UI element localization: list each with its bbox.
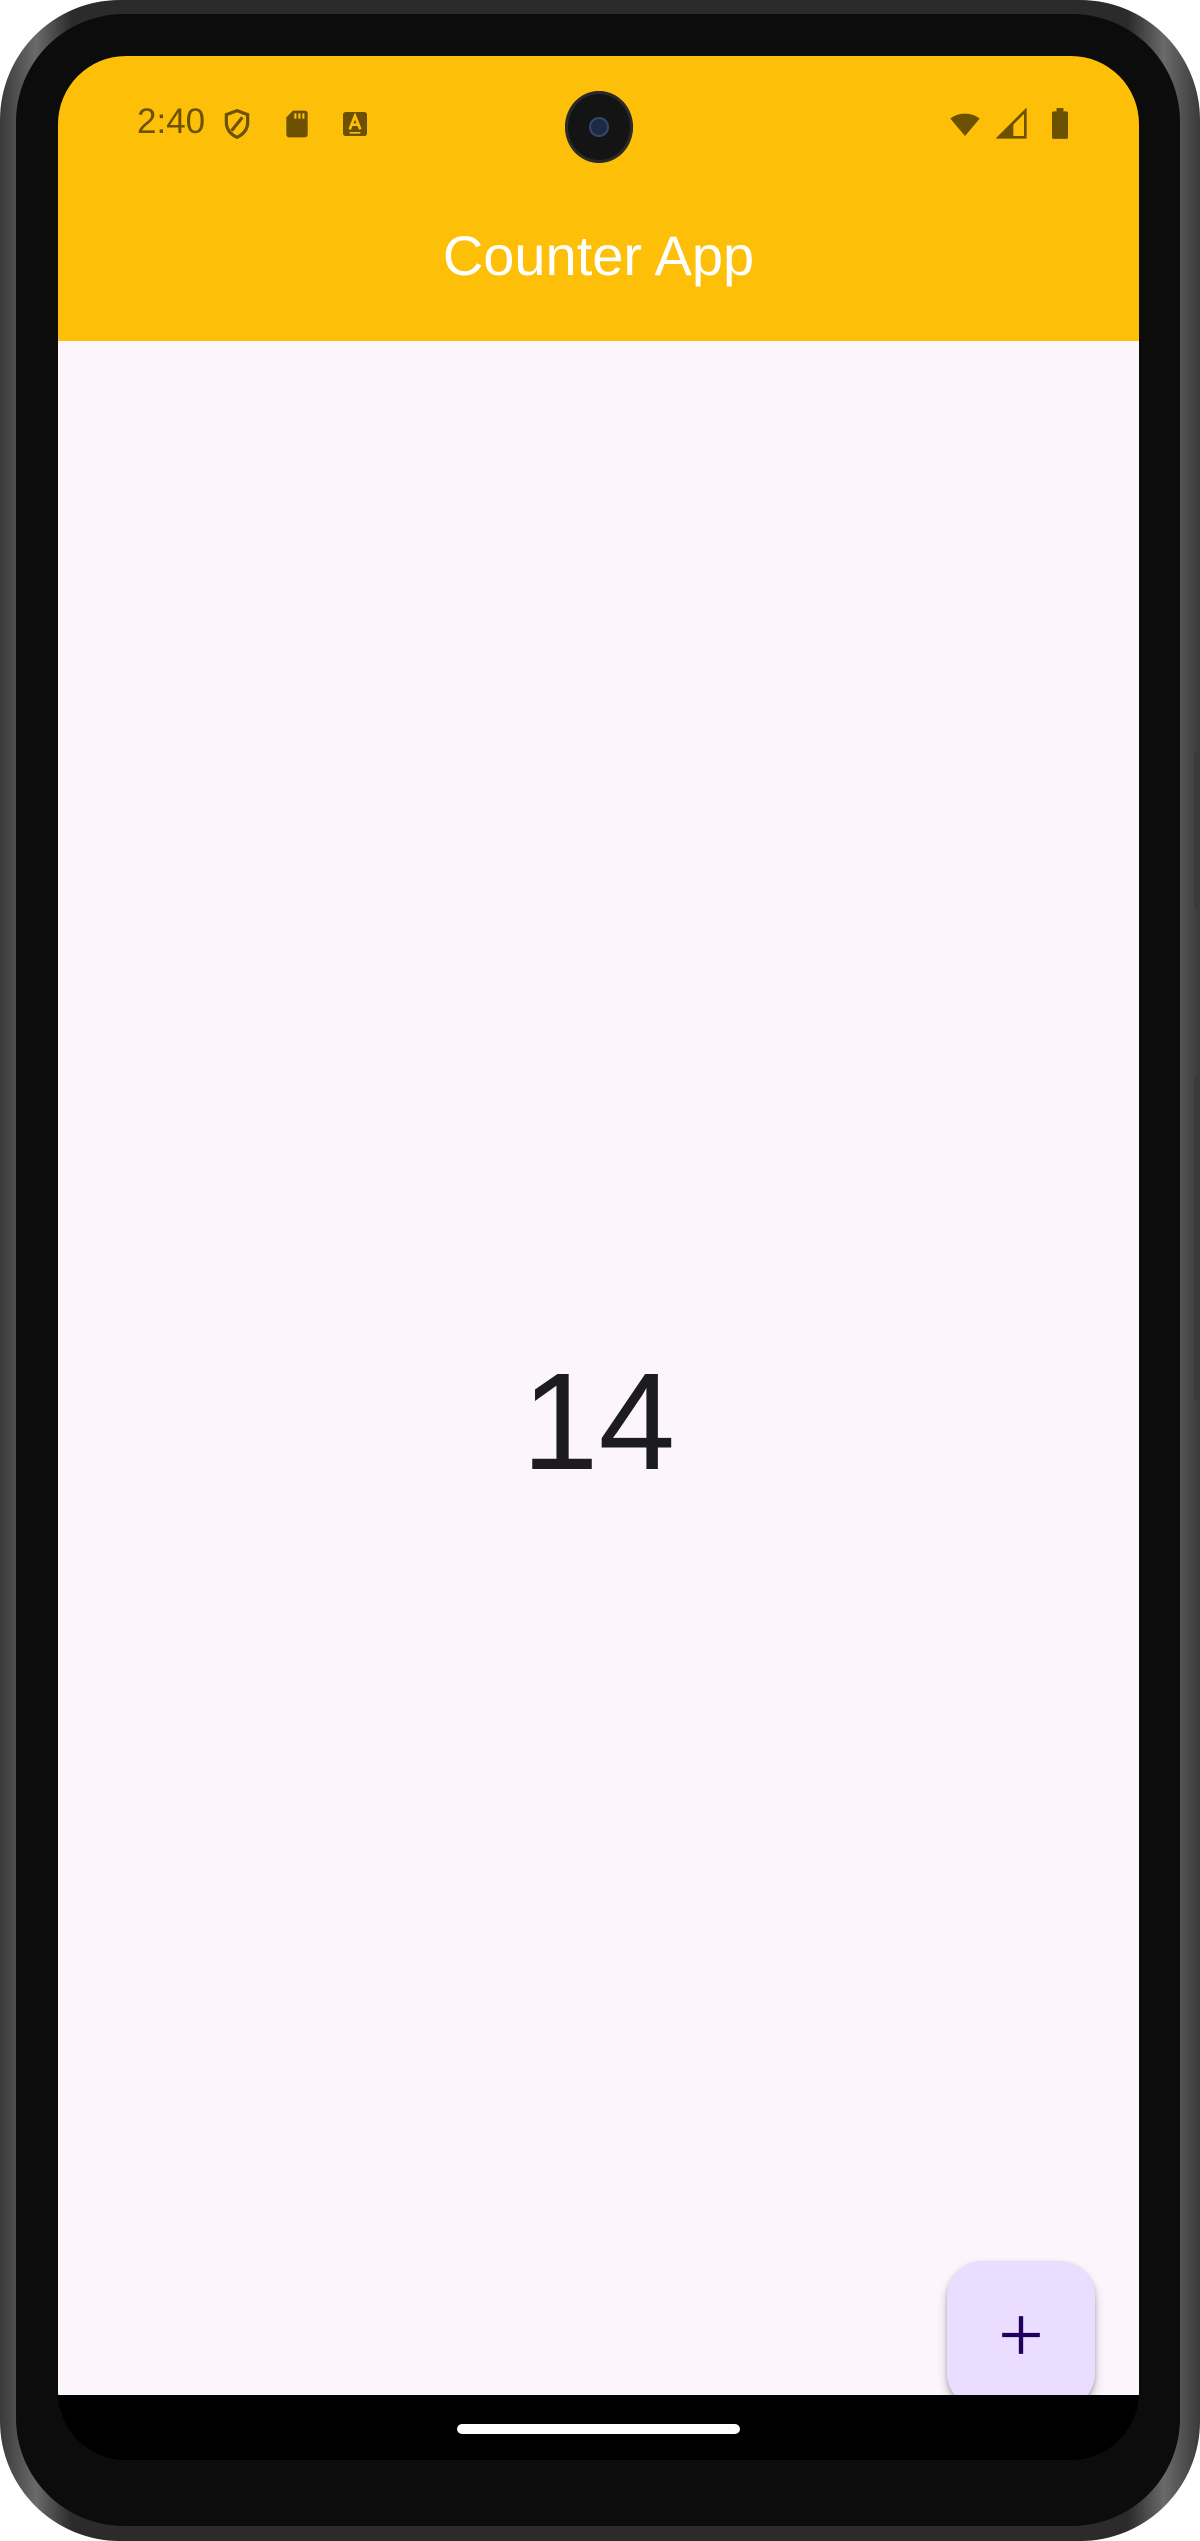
main-content: 14: [58, 341, 1139, 2409]
navigation-bar: [58, 2395, 1139, 2460]
phone-frame: 2:40 Counter App 14: [0, 0, 1200, 2541]
shield-icon: [221, 108, 253, 140]
device-screen: 2:40 Counter App 14: [58, 56, 1139, 2460]
front-camera: [565, 91, 633, 163]
power-button: [1194, 752, 1200, 910]
volume-button: [1194, 1075, 1200, 1400]
wifi-icon: [945, 108, 985, 140]
app-bar: 2:40 Counter App: [58, 56, 1139, 341]
status-time: 2:40: [137, 102, 206, 141]
home-gesture-handle[interactable]: [457, 2424, 740, 2434]
keyboard-a-icon: [339, 108, 371, 140]
counter-value: 14: [521, 1345, 676, 1499]
battery-icon: [1048, 108, 1072, 140]
sd-card-icon: [281, 108, 313, 140]
plus-icon: [1002, 2316, 1040, 2354]
signal-icon: [996, 108, 1028, 140]
increment-button[interactable]: [947, 2261, 1095, 2409]
app-title: Counter App: [442, 224, 755, 287]
